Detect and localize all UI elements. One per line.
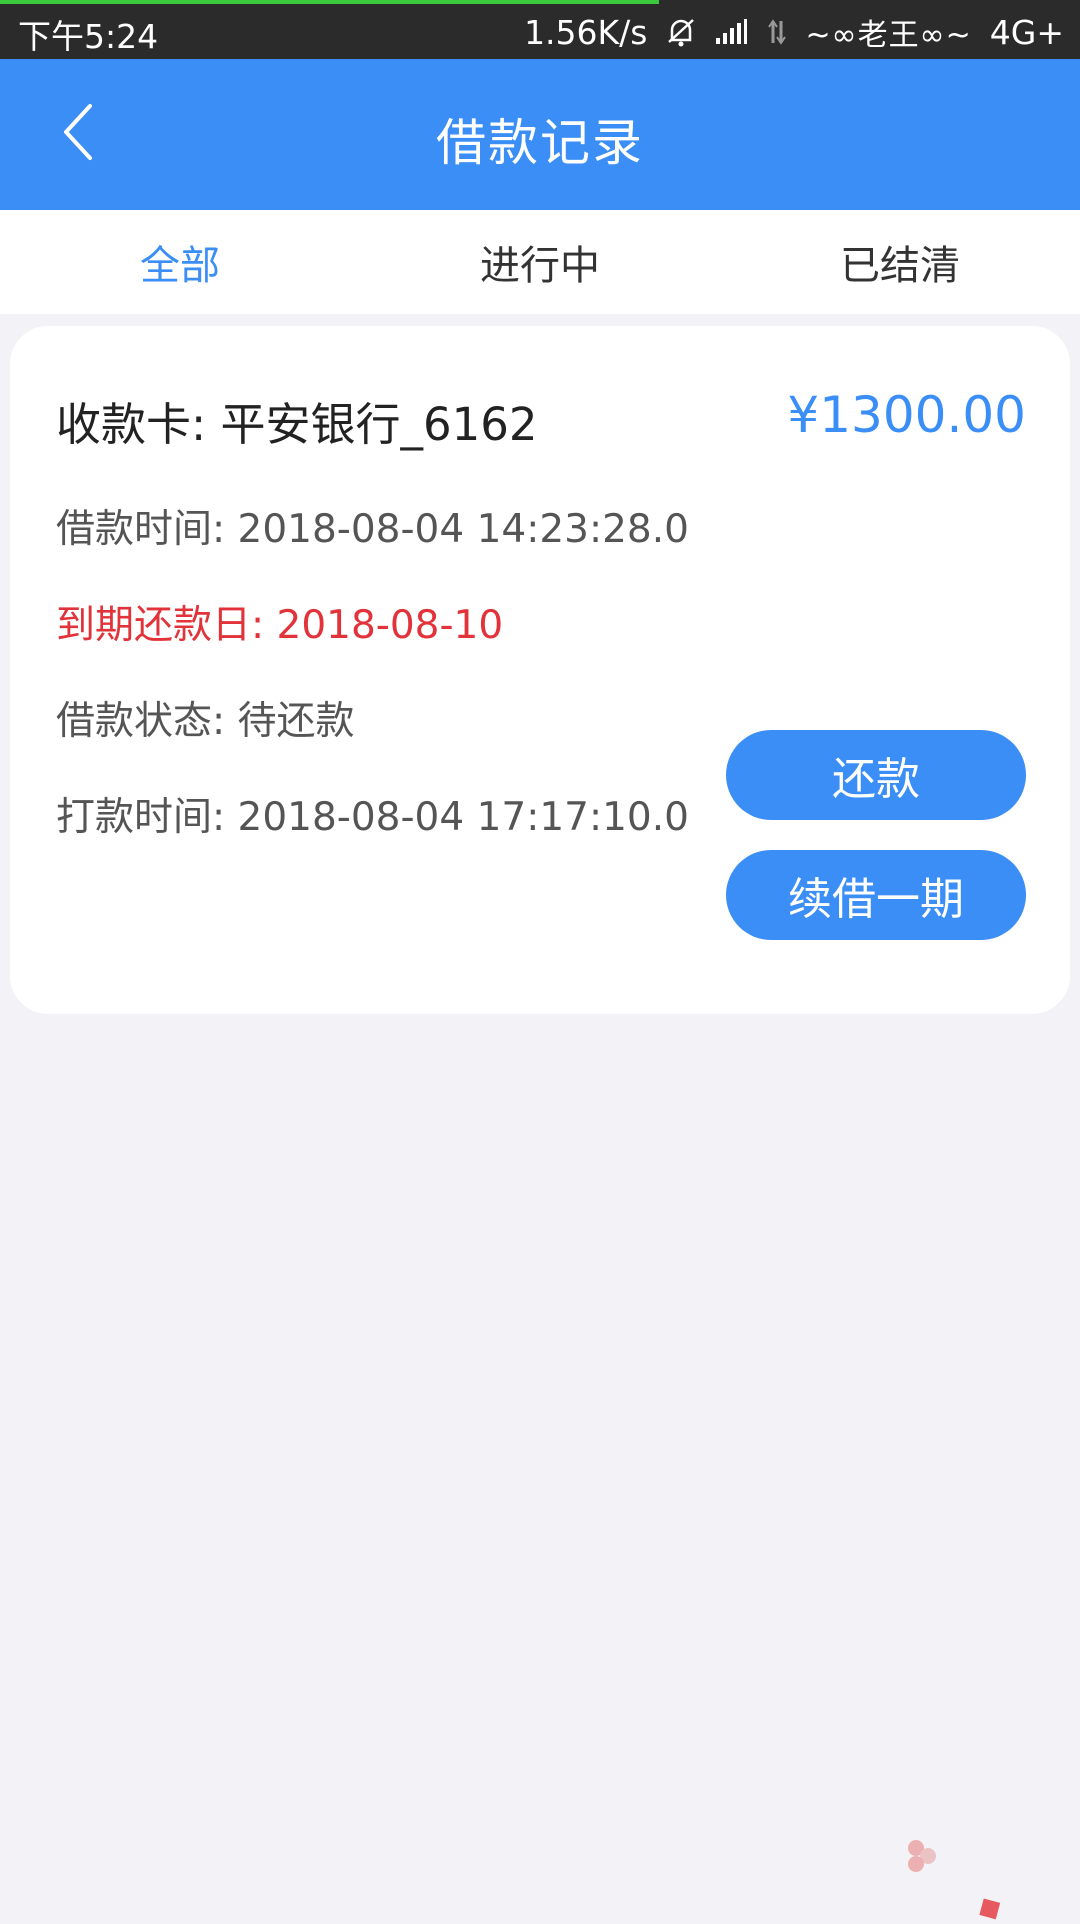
- disburse-time: 打款时间: 2018-08-04 17:17:10.0: [56, 795, 689, 840]
- data-arrows-icon: [766, 17, 788, 47]
- loan-time: 借款时间: 2018-08-04 14:23:28.0: [56, 507, 689, 552]
- network-type: 4G+: [989, 12, 1064, 52]
- app-header: 借款记录: [0, 59, 1080, 210]
- status-time: 下午5:24: [18, 17, 159, 56]
- carrier-decoration-icon: ∞~: [919, 18, 972, 53]
- status-right: 1.56K/s ~∞老王∞~ 4G+: [524, 10, 1064, 54]
- watermark-logo: [900, 1828, 1080, 1920]
- network-speed: 1.56K/s: [524, 12, 648, 52]
- loan-amount: ¥1300.00: [787, 386, 1026, 444]
- carrier-decoration-icon: ~∞: [805, 18, 858, 53]
- due-date: 到期还款日: 2018-08-10: [56, 603, 504, 648]
- carrier-name: ~∞老王∞~: [806, 10, 972, 54]
- loan-status: 借款状态: 待还款: [56, 699, 355, 744]
- signal-icon: [714, 18, 748, 46]
- repay-button[interactable]: 还款: [726, 730, 1026, 820]
- receiving-card: 收款卡: 平安银行_6162: [56, 398, 538, 451]
- tab-all[interactable]: 全部: [0, 210, 360, 314]
- renew-loan-button[interactable]: 续借一期: [726, 850, 1026, 940]
- carrier-label: 老王: [857, 18, 920, 53]
- page-title: 借款记录: [436, 114, 644, 172]
- tab-settled[interactable]: 已结清: [720, 210, 1080, 314]
- loan-record-card: 收款卡: 平安银行_6162 ¥1300.00 借款时间: 2018-08-04…: [10, 326, 1070, 1014]
- status-bar: 下午5:24 1.56K/s ~∞老王∞~ 4G+: [0, 0, 1080, 59]
- filter-tabs: 全部 进行中 已结清: [0, 210, 1080, 314]
- page-load-progress: [0, 0, 659, 4]
- tab-in-progress[interactable]: 进行中: [360, 210, 720, 314]
- mute-bell-icon: [666, 16, 696, 48]
